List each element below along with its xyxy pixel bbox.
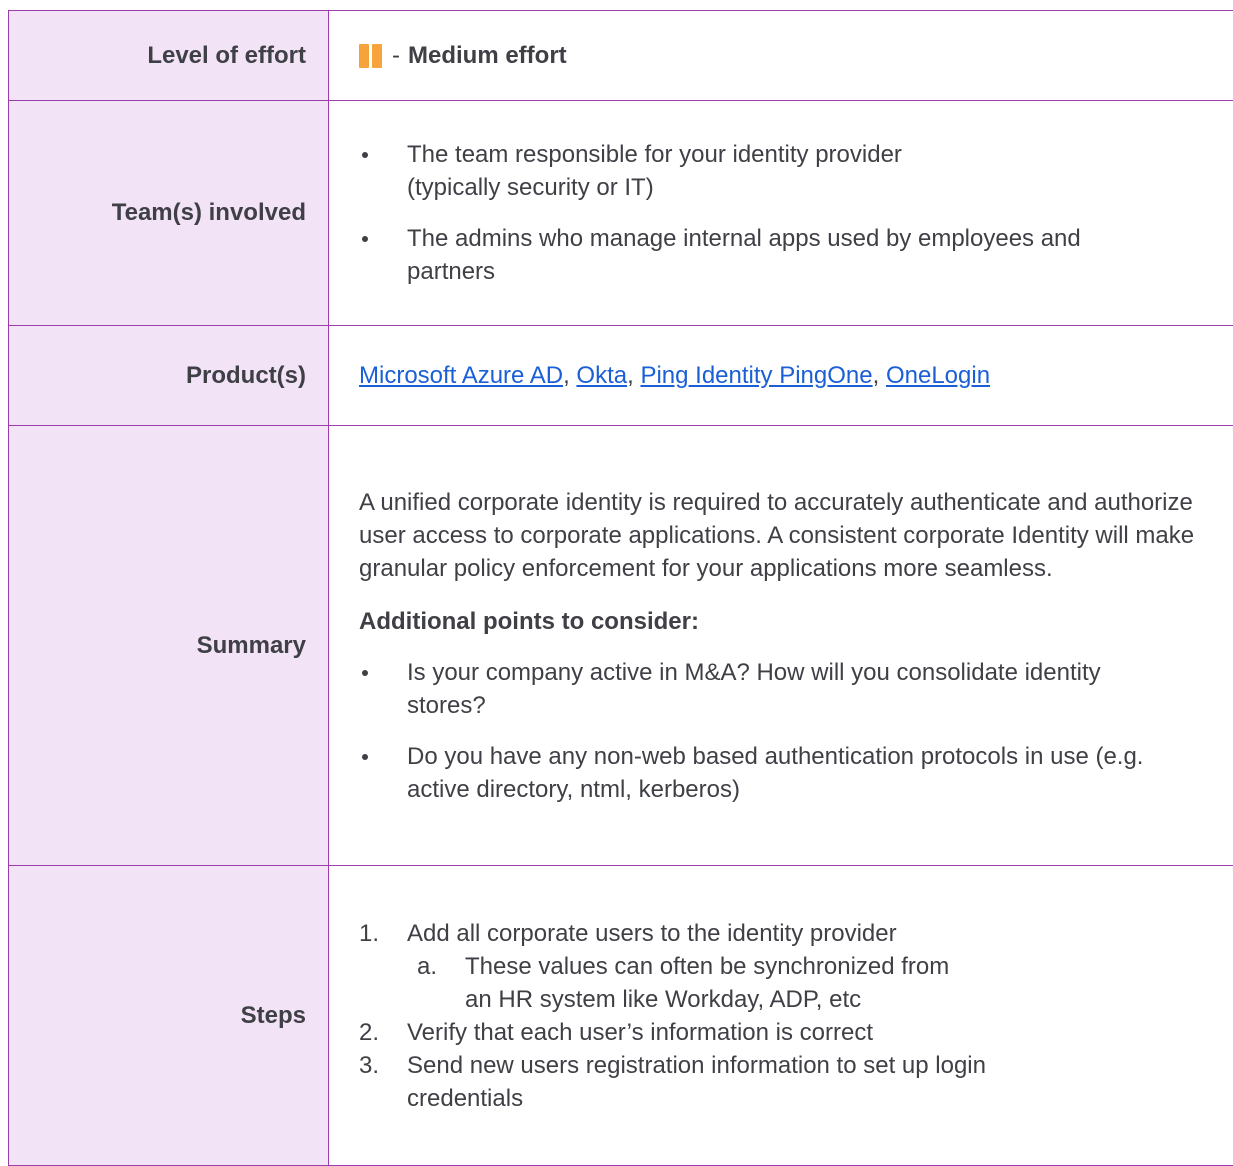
steps-label: Steps	[9, 866, 329, 1166]
list-item: The admins who manage internal apps used…	[359, 222, 1227, 288]
effort-indicator: - Medium effort	[359, 39, 1227, 72]
team-value-cell: The team responsible for your identity p…	[329, 101, 1233, 326]
effort-bar	[359, 44, 369, 68]
step-text: Add all corporate users to the identity …	[407, 920, 897, 947]
product-link-azure-ad[interactable]: Microsoft Azure AD	[359, 362, 563, 389]
effort-bar	[372, 44, 382, 68]
products-label: Product(s)	[9, 326, 329, 426]
info-table: Level of effort - Medium effort Team(s) …	[8, 10, 1233, 1166]
product-separator: ,	[873, 362, 886, 389]
summary-text: A unified corporate identity is required…	[359, 486, 1227, 585]
sub-step-item: a. These values can often be synchronize…	[407, 950, 1147, 1016]
step-text: Send new users registration information …	[407, 1052, 986, 1112]
effort-label: Level of effort	[9, 11, 329, 101]
list-item: Is your company active in M&A? How will …	[359, 656, 1227, 722]
products-row: Product(s) Microsoft Azure AD, Okta, Pin…	[9, 326, 1233, 426]
effort-separator: -	[392, 39, 400, 72]
effort-value: Medium effort	[408, 39, 567, 72]
product-link-onelogin[interactable]: OneLogin	[886, 362, 990, 389]
summary-row: Summary A unified corporate identity is …	[9, 426, 1233, 866]
step-number: 1.	[359, 917, 379, 950]
sub-step-text: These values can often be synchronized f…	[465, 953, 949, 1013]
team-list: The team responsible for your identity p…	[359, 138, 1227, 288]
summary-heading: Additional points to consider:	[359, 605, 1227, 638]
product-link-pingone[interactable]: Ping Identity PingOne	[640, 362, 872, 389]
step-item: 1. Add all corporate users to the identi…	[359, 917, 1227, 1016]
effort-value-cell: - Medium effort	[329, 11, 1233, 101]
step-item: 3. Send new users registration informati…	[359, 1049, 1227, 1115]
list-item: The team responsible for your identity p…	[359, 138, 1227, 204]
step-text: Verify that each user’s information is c…	[407, 1019, 873, 1046]
effort-row: Level of effort - Medium effort	[9, 11, 1233, 101]
list-item: Do you have any non-web based authentica…	[359, 740, 1227, 806]
sub-step-list: a. These values can often be synchronize…	[407, 950, 1147, 1016]
steps-row: Steps 1. Add all corporate users to the …	[9, 866, 1233, 1166]
team-label: Team(s) involved	[9, 101, 329, 326]
sub-step-letter: a.	[417, 950, 437, 983]
product-link-okta[interactable]: Okta	[576, 362, 627, 389]
summary-points: Is your company active in M&A? How will …	[359, 656, 1227, 806]
products-value-cell: Microsoft Azure AD, Okta, Ping Identity …	[329, 326, 1233, 426]
medium-effort-bars-icon	[359, 44, 382, 68]
step-item: 2. Verify that each user’s information i…	[359, 1016, 1227, 1049]
team-row: Team(s) involved The team responsible fo…	[9, 101, 1233, 326]
step-number: 2.	[359, 1016, 379, 1049]
product-separator: ,	[627, 362, 640, 389]
step-number: 3.	[359, 1049, 379, 1082]
steps-list: 1. Add all corporate users to the identi…	[359, 917, 1227, 1115]
summary-value-cell: A unified corporate identity is required…	[329, 426, 1233, 866]
steps-value-cell: 1. Add all corporate users to the identi…	[329, 866, 1233, 1166]
product-separator: ,	[563, 362, 576, 389]
summary-label: Summary	[9, 426, 329, 866]
